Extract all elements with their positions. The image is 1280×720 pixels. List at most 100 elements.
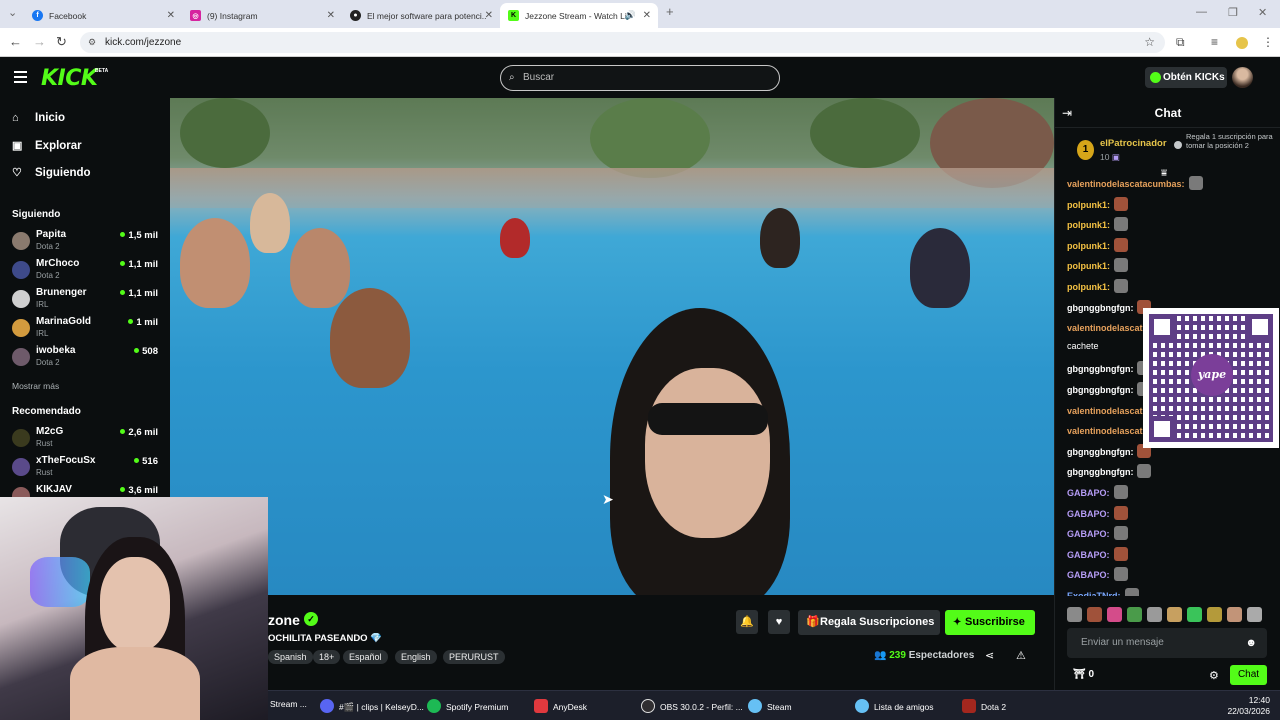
forward-icon[interactable]: →	[33, 34, 46, 49]
kicks-balance[interactable]: ⛩ 0	[1073, 669, 1094, 680]
tab-software[interactable]: ● El mejor software para potenci... ✕	[342, 3, 500, 28]
tag-english[interactable]: English	[395, 650, 437, 664]
nav-explorar[interactable]: ▣ Explorar	[12, 139, 82, 153]
chat-message[interactable]: GABAPO:	[1067, 505, 1128, 520]
chat-message[interactable]: gbgnggbngfgn:	[1067, 443, 1152, 458]
chat-message[interactable]: ExodiaTNrd:	[1067, 588, 1139, 596]
close-icon[interactable]: ✕	[167, 10, 175, 21]
url-field[interactable]: ⚙ kick.com/jezzone ☆	[80, 32, 1165, 53]
chat-username[interactable]: valentinodelascat	[1067, 426, 1143, 436]
emote-icon[interactable]	[1167, 607, 1182, 622]
tab-kick-active[interactable]: K Jezzone Stream - Watch Liv 🔊 ✕	[500, 3, 658, 28]
gear-icon[interactable]: ⚙	[1209, 669, 1219, 682]
chat-username[interactable]: valentinodelascatacumbas:	[1067, 179, 1185, 189]
tag-espanol[interactable]: Español	[343, 650, 388, 664]
chat-message-input[interactable]: Enviar un mensaje ☻	[1067, 628, 1267, 658]
emote-icon[interactable]	[1087, 607, 1102, 622]
taskbar-stream[interactable]: Stream ...	[270, 699, 307, 709]
tag-perurust[interactable]: PERURUST	[443, 650, 505, 664]
minimize-icon[interactable]: —	[1196, 6, 1207, 18]
chat-username[interactable]: GABAPO:	[1067, 488, 1110, 498]
chat-message[interactable]: GABAPO:	[1067, 485, 1128, 499]
window-close-icon[interactable]: ✕	[1258, 6, 1267, 19]
close-icon[interactable]: ✕	[485, 10, 493, 21]
chat-message[interactable]: polpunk1:	[1067, 258, 1128, 273]
emote-icon[interactable]	[1127, 607, 1142, 622]
chat-message[interactable]: cachete	[1067, 341, 1099, 351]
taskbar-obs[interactable]: OBS 30.0.2 - Perfil: ...	[641, 699, 743, 713]
chat-username[interactable]: polpunk1:	[1067, 261, 1110, 271]
emote-icon[interactable]	[1227, 607, 1242, 622]
chat-send-button[interactable]: Chat	[1230, 665, 1267, 685]
emote-icon[interactable]	[1107, 607, 1122, 622]
close-icon[interactable]: ✕	[643, 10, 651, 21]
following-channel-papita[interactable]: Papita Dota 2 1,5 mil	[12, 228, 162, 256]
chat-username[interactable]: gbgnggbngfgn:	[1067, 447, 1133, 457]
chat-username[interactable]: GABAPO:	[1067, 509, 1110, 519]
taskbar-spotify[interactable]: Spotify Premium	[427, 699, 508, 713]
video-player[interactable]: ➤	[170, 98, 1054, 595]
emoji-icon[interactable]: ☻	[1245, 628, 1257, 658]
follow-heart-button[interactable]: ♥	[768, 610, 790, 634]
emote-icon[interactable]	[1247, 607, 1262, 622]
chat-message[interactable]: GABAPO:	[1067, 567, 1128, 582]
tag-spanish[interactable]: Spanish	[268, 650, 313, 664]
chat-username[interactable]: polpunk1:	[1067, 241, 1110, 251]
chat-message[interactable]: gbgnggbngfgn:	[1067, 361, 1152, 376]
get-kicks-button[interactable]: Obtén KICKs	[1145, 67, 1227, 88]
chat-username[interactable]: gbgnggbngfgn:	[1067, 467, 1133, 477]
recommended-channel-kikjav[interactable]: KIKJAV 3,6 mil	[12, 483, 162, 497]
hamburger-menu-icon[interactable]	[14, 71, 27, 83]
nav-inicio[interactable]: ⌂ Inicio	[12, 112, 65, 124]
channel-name[interactable]: zone	[268, 612, 300, 628]
emote-icon[interactable]	[1067, 607, 1082, 622]
chat-message[interactable]: GABAPO:	[1067, 526, 1128, 541]
chat-username[interactable]: polpunk1:	[1067, 220, 1110, 230]
taskbar-steam[interactable]: Steam	[748, 699, 792, 713]
nav-siguiendo[interactable]: ♡ Siguiendo	[12, 166, 91, 180]
emote-icon[interactable]	[1187, 607, 1202, 622]
media-icon[interactable]: ≡	[1211, 35, 1218, 49]
speaker-icon[interactable]: 🔊	[625, 10, 636, 21]
new-tab-icon[interactable]: +	[666, 4, 674, 19]
chat-message[interactable]: polpunk1:	[1067, 196, 1128, 211]
menu-kebab-icon[interactable]: ⋮	[1262, 35, 1274, 49]
following-channel-brunenger[interactable]: Brunenger IRL 1,1 mil	[12, 286, 162, 314]
chat-message[interactable]: polpunk1:	[1067, 279, 1128, 293]
chat-message[interactable]: polpunk1:	[1067, 237, 1128, 252]
system-clock[interactable]: 12:40 22/03/2026	[1227, 695, 1270, 717]
search-input[interactable]: ⌕ Buscar	[500, 65, 780, 91]
taskbar-anydesk[interactable]: AnyDesk	[534, 699, 587, 713]
taskbar-friends-list[interactable]: Lista de amigos	[855, 699, 934, 713]
extensions-icon[interactable]: ⧉	[1176, 35, 1185, 50]
chat-username[interactable]: GABAPO:	[1067, 550, 1110, 560]
chat-username[interactable]: valentinodelascat	[1067, 406, 1143, 416]
tag-18plus[interactable]: 18+	[313, 650, 341, 664]
tab-instagram[interactable]: ◎ (9) Instagram ✕	[182, 3, 342, 28]
chat-message[interactable]: gbgnggbngfgn:	[1067, 382, 1152, 396]
reload-icon[interactable]: ↻	[56, 34, 67, 50]
chat-message[interactable]: valentinodelascatacumbas:	[1067, 176, 1203, 190]
recommended-channel-m2cg[interactable]: M2cG Rust 2,6 mil	[12, 425, 162, 453]
emote-icon[interactable]	[1147, 607, 1162, 622]
gift-subscriptions-button[interactable]: 🎁 Regala Suscripciones	[798, 610, 940, 635]
site-info-icon[interactable]: ⚙	[88, 32, 96, 53]
restore-icon[interactable]: ❐	[1228, 6, 1238, 19]
show-more-link[interactable]: Mostrar más	[12, 381, 59, 391]
tab-search-icon[interactable]: ⌄	[8, 6, 17, 19]
chat-username[interactable]: polpunk1:	[1067, 282, 1110, 292]
chat-username[interactable]: polpunk1:	[1067, 200, 1110, 210]
chat-username[interactable]: gbgnggbngfgn:	[1067, 364, 1133, 374]
report-warning-icon[interactable]: ⚠	[1016, 649, 1026, 662]
chat-message[interactable]: GABAPO:	[1067, 546, 1128, 561]
chat-username[interactable]: gbgnggbngfgn:	[1067, 385, 1133, 395]
following-channel-marinagold[interactable]: MarinaGold IRL 1 mil	[12, 315, 162, 343]
chat-username[interactable]: ExodiaTNrd:	[1067, 591, 1121, 596]
chat-username[interactable]: valentinodelascat	[1067, 323, 1143, 333]
following-channel-iwobeka[interactable]: iwobeka Dota 2 508	[12, 344, 162, 372]
close-icon[interactable]: ✕	[327, 10, 335, 21]
chat-message[interactable]: gbgnggbngfgn:	[1067, 299, 1152, 314]
chat-message[interactable]: polpunk1:	[1067, 217, 1128, 232]
notifications-bell-button[interactable]: 🔔	[736, 610, 758, 634]
taskbar-dota2[interactable]: Dota 2	[962, 699, 1006, 713]
